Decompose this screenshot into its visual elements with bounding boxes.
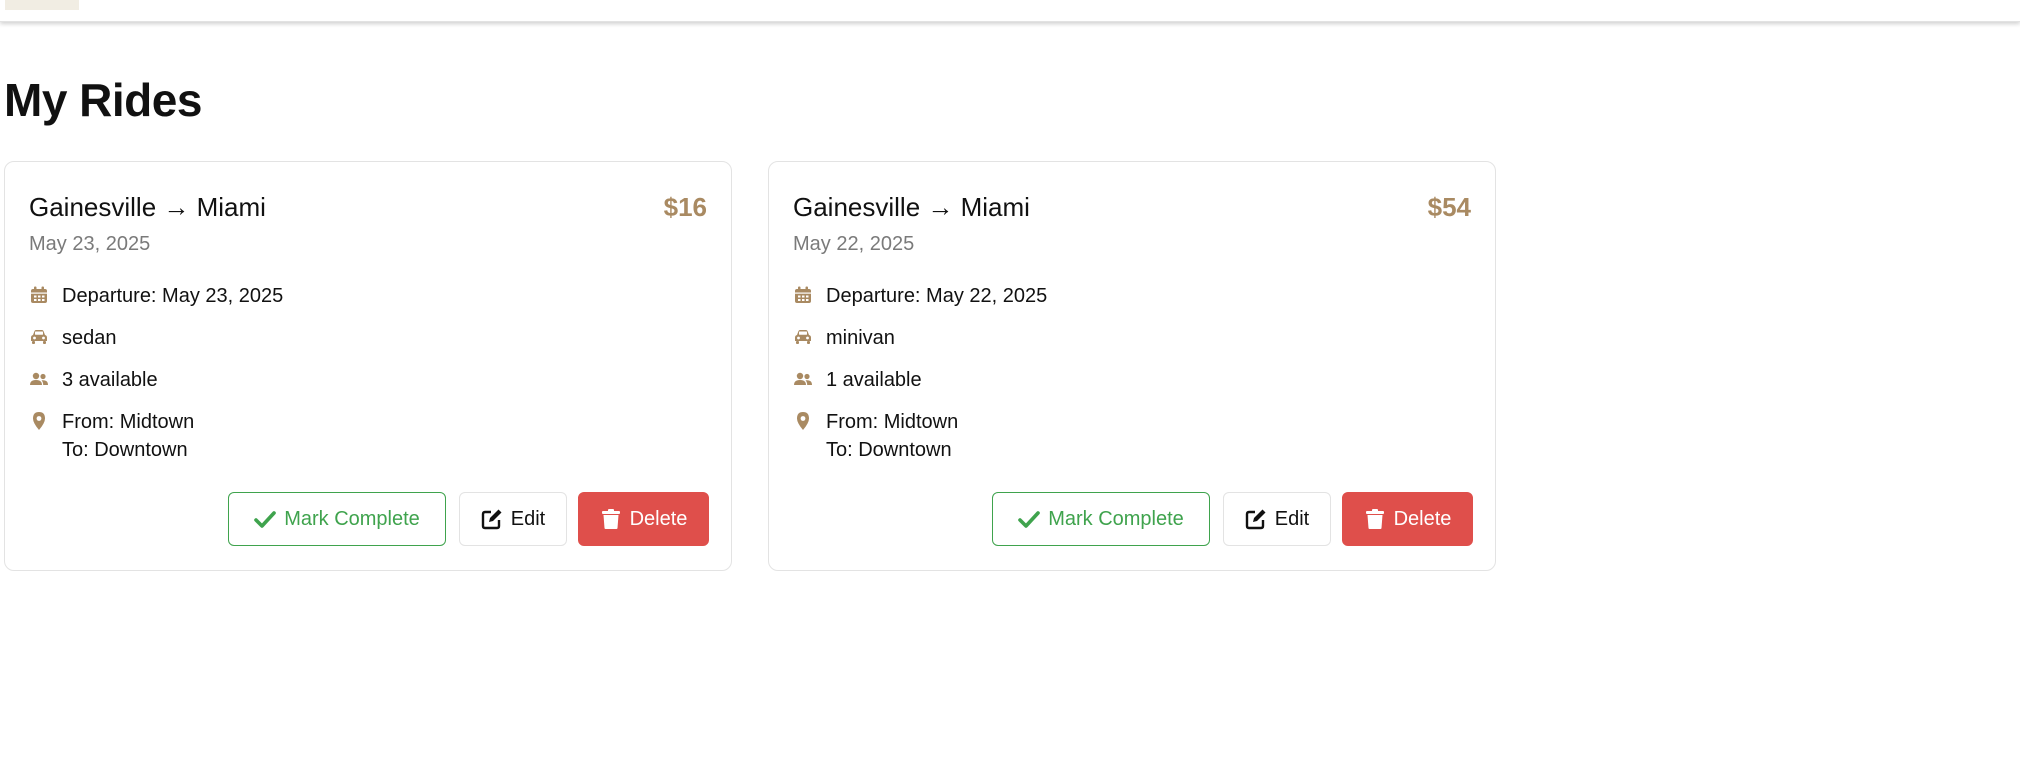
check-icon	[254, 511, 276, 528]
ride-route: Gainesville → Miami	[29, 192, 266, 222]
delete-label: Delete	[629, 507, 688, 530]
calendar-icon	[29, 285, 49, 305]
ride-price: $16	[663, 192, 707, 222]
ride-card: Gainesville → Miami $16 May 23, 2025 Dep…	[4, 161, 732, 571]
trash-icon	[1365, 509, 1384, 529]
trash-icon	[601, 509, 620, 529]
calendar-icon	[793, 285, 813, 305]
nav-tab-stub[interactable]	[5, 0, 79, 10]
mark-complete-label: Mark Complete	[1048, 507, 1184, 530]
ride-route: Gainesville → Miami	[793, 192, 1030, 222]
edit-button[interactable]: Edit	[459, 492, 567, 546]
vehicle-text: sedan	[62, 327, 117, 349]
vehicle-row: sedan	[29, 325, 117, 351]
departure-row: Departure: May 23, 2025	[29, 283, 283, 309]
seats-text: 1 available	[826, 369, 922, 391]
delete-label: Delete	[1393, 507, 1452, 530]
departure-row: Departure: May 22, 2025	[793, 283, 1047, 309]
map-pin-icon	[793, 411, 813, 431]
edit-icon	[1245, 509, 1266, 530]
car-icon	[29, 327, 49, 347]
to-text: To: Downtown	[826, 439, 952, 461]
ride-date: May 23, 2025	[29, 233, 151, 255]
ride-date: May 22, 2025	[793, 233, 915, 255]
edit-label: Edit	[1274, 507, 1310, 530]
departure-text: Departure: May 23, 2025	[62, 285, 284, 307]
edit-button[interactable]: Edit	[1223, 492, 1331, 546]
ride-price: $54	[1427, 192, 1471, 222]
users-icon	[29, 369, 49, 389]
from-text: From: Midtown	[826, 411, 959, 433]
to-text: To: Downtown	[62, 439, 188, 461]
delete-button[interactable]: Delete	[1342, 492, 1473, 546]
edit-label: Edit	[510, 507, 546, 530]
seats-row: 1 available	[793, 367, 922, 393]
map-pin-icon	[29, 411, 49, 431]
seats-row: 3 available	[29, 367, 158, 393]
departure-text: Departure: May 22, 2025	[826, 285, 1048, 307]
seats-text: 3 available	[62, 369, 158, 391]
edit-icon	[481, 509, 502, 530]
vehicle-text: minivan	[826, 327, 895, 349]
users-icon	[793, 369, 813, 389]
from-text: From: Midtown	[62, 411, 195, 433]
page-title: My Rides	[4, 74, 202, 126]
top-nav-bar	[0, 0, 2020, 22]
mark-complete-label: Mark Complete	[284, 507, 420, 530]
car-icon	[793, 327, 813, 347]
location-row: From: Midtown To: Downtown	[793, 409, 958, 465]
mark-complete-button[interactable]: Mark Complete	[228, 492, 446, 546]
ride-card: Gainesville → Miami $54 May 22, 2025 Dep…	[768, 161, 1496, 571]
delete-button[interactable]: Delete	[578, 492, 709, 546]
check-icon	[1018, 511, 1040, 528]
location-row: From: Midtown To: Downtown	[29, 409, 194, 465]
mark-complete-button[interactable]: Mark Complete	[992, 492, 1210, 546]
vehicle-row: minivan	[793, 325, 895, 351]
